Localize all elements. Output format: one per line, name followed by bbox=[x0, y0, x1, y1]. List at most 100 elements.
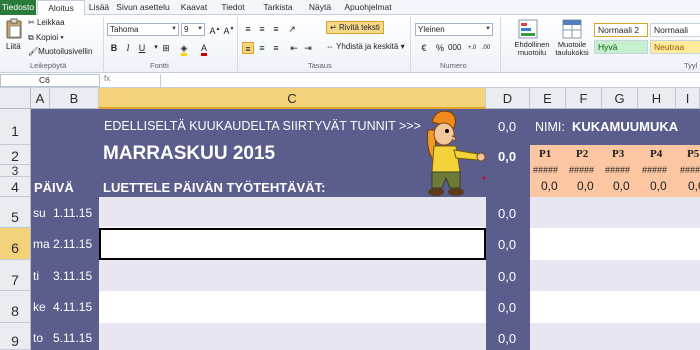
thousands-icon[interactable]: 000 bbox=[448, 42, 461, 54]
hours-value: 0,0 bbox=[498, 331, 517, 346]
period-value: 0,0 bbox=[577, 179, 594, 193]
font-group-label: Fontti bbox=[150, 61, 169, 70]
task-cell[interactable] bbox=[99, 260, 486, 291]
tab-formulas[interactable]: Kaavat bbox=[175, 0, 213, 15]
period-header: P3 bbox=[612, 148, 625, 160]
paste-button[interactable]: Liitä bbox=[4, 18, 24, 56]
align-right-icon[interactable]: ≡ bbox=[270, 42, 282, 54]
tab-view[interactable]: Näytä bbox=[303, 0, 337, 15]
period-cell[interactable] bbox=[530, 260, 700, 291]
orientation-icon[interactable]: ↗ bbox=[286, 23, 298, 35]
column-header-g[interactable]: G bbox=[602, 88, 638, 109]
align-top-icon[interactable]: ≡ bbox=[242, 23, 254, 35]
row-header-8[interactable]: 8 bbox=[0, 291, 31, 323]
increase-indent-icon[interactable]: ⇥ bbox=[302, 42, 314, 54]
grow-font-icon[interactable]: A▲ bbox=[209, 23, 221, 36]
currency-icon[interactable]: € bbox=[416, 42, 432, 54]
task-header: LUETTELE PÄIVÄN TYÖTEHTÄVÄT: bbox=[103, 180, 326, 195]
row-header-6[interactable]: 6 bbox=[0, 228, 31, 260]
number-format-select[interactable]: Yleinen ▼ bbox=[415, 23, 493, 36]
percent-icon[interactable]: % bbox=[434, 42, 446, 54]
align-left-icon[interactable]: ≡ bbox=[242, 42, 254, 54]
italic-button[interactable]: I bbox=[122, 42, 134, 54]
copy-button[interactable]: ⧉ Kopioi ▾ bbox=[28, 33, 64, 43]
decrease-indent-icon[interactable]: ⇤ bbox=[288, 42, 300, 54]
column-header-e[interactable]: E bbox=[530, 88, 566, 109]
task-cell[interactable] bbox=[99, 291, 486, 323]
merge-center-button[interactable]: ⇔ Yhdistä ja keskitä ▾ bbox=[326, 42, 405, 51]
tab-addins[interactable]: Apuohjelmat bbox=[340, 0, 396, 15]
formula-input[interactable] bbox=[160, 74, 700, 87]
period-cell[interactable] bbox=[530, 228, 700, 260]
tab-page-layout[interactable]: Sivun asettelu bbox=[112, 0, 174, 15]
style-normal[interactable]: Normaali bbox=[650, 23, 700, 37]
weekday-label: su bbox=[33, 206, 46, 220]
align-middle-icon[interactable]: ≡ bbox=[256, 23, 268, 35]
font-name-select[interactable]: Tahoma ▼ bbox=[107, 23, 179, 36]
format-as-table-button[interactable]: Muotoile taulukoksi bbox=[551, 19, 593, 61]
period-cell[interactable] bbox=[530, 291, 700, 323]
align-center-icon[interactable]: ≡ bbox=[256, 42, 268, 54]
fill-color-icon[interactable]: ◈ bbox=[178, 42, 190, 56]
tab-insert[interactable]: Lisää bbox=[86, 0, 112, 15]
formula-fx-icon[interactable]: fx bbox=[104, 74, 110, 83]
period-header: P1 bbox=[539, 148, 552, 160]
tab-file[interactable]: Tiedosto bbox=[0, 0, 36, 15]
font-size-select[interactable]: 9 ▼ bbox=[181, 23, 205, 36]
wrap-text-button[interactable]: ↵ Rivitä teksti bbox=[326, 21, 384, 34]
clipboard-icon bbox=[6, 18, 22, 39]
task-cell-selected[interactable] bbox=[99, 228, 486, 260]
period-header: P2 bbox=[576, 148, 589, 160]
period-cell[interactable] bbox=[530, 197, 700, 228]
period-cell[interactable] bbox=[530, 323, 700, 350]
row-header-7[interactable]: 7 bbox=[0, 260, 31, 291]
select-all-corner[interactable] bbox=[0, 88, 31, 109]
separator bbox=[103, 17, 104, 71]
conditional-formatting-button[interactable]: Ehdollinen muotoilu bbox=[506, 19, 550, 61]
number-group-label: Numero bbox=[440, 61, 467, 70]
shrink-font-icon[interactable]: A▼ bbox=[223, 23, 235, 36]
date-label: 5.11.15 bbox=[53, 331, 93, 345]
row-header-5[interactable]: 5 bbox=[0, 197, 31, 228]
tab-review[interactable]: Tarkista bbox=[256, 0, 300, 15]
format-painter-label: Muotoilusivellin bbox=[38, 47, 93, 56]
row-header-9[interactable]: 9 bbox=[0, 323, 31, 350]
row-header-2[interactable]: 2 bbox=[0, 145, 31, 165]
column-header-i[interactable]: I bbox=[676, 88, 700, 109]
column-header-c[interactable]: C bbox=[99, 88, 486, 109]
date-label: 1.11.15 bbox=[53, 206, 93, 220]
column-header-b[interactable]: B bbox=[50, 88, 99, 109]
align-bottom-icon[interactable]: ≡ bbox=[270, 23, 282, 35]
decrease-decimal-icon[interactable]: .00 bbox=[480, 42, 492, 54]
row-header-1[interactable]: 1 bbox=[0, 109, 31, 145]
column-header-a[interactable]: A bbox=[31, 88, 50, 109]
row-header-4[interactable]: 4 bbox=[0, 177, 31, 197]
tab-data[interactable]: Tiedot bbox=[215, 0, 251, 15]
name-value: KUKAMUUMUKA bbox=[572, 119, 679, 134]
merge-icon: ⇔ bbox=[326, 42, 334, 51]
cut-button[interactable]: ✂ Leikkaa bbox=[28, 18, 65, 27]
formula-bar: C6 fx bbox=[0, 73, 700, 88]
format-painter-button[interactable]: 🖌Muotoilusivellin bbox=[28, 47, 92, 56]
style-good[interactable]: Hyvä bbox=[594, 40, 648, 54]
carry-over-label: EDELLISELTÄ KUUKAUDELTA SIIRTYVÄT TUNNIT… bbox=[104, 119, 421, 133]
column-header-f[interactable]: F bbox=[566, 88, 602, 109]
bold-button[interactable]: B bbox=[108, 42, 120, 54]
month-total: 0,0 bbox=[498, 149, 517, 164]
date-label: 2.11.15 bbox=[53, 237, 93, 251]
style-neutral[interactable]: Neutraa bbox=[650, 40, 700, 54]
style-normal-2[interactable]: Normaali 2 bbox=[594, 23, 648, 37]
row-header-3[interactable]: 3 bbox=[0, 165, 31, 177]
column-header-d[interactable]: D bbox=[486, 88, 530, 109]
font-color-icon[interactable]: A bbox=[198, 42, 210, 56]
name-label: NIMI: bbox=[535, 120, 565, 134]
borders-icon[interactable]: ⊞ bbox=[160, 42, 172, 54]
tab-home[interactable]: Aloitus bbox=[37, 0, 85, 16]
increase-decimal-icon[interactable]: +.0 bbox=[466, 42, 478, 54]
column-header-h[interactable]: H bbox=[638, 88, 676, 109]
weekday-label: ke bbox=[33, 300, 46, 314]
name-box[interactable]: C6 bbox=[0, 74, 100, 87]
period-hash: ##### bbox=[605, 165, 631, 175]
underline-button[interactable]: U bbox=[136, 42, 148, 54]
task-cell[interactable] bbox=[99, 323, 486, 350]
